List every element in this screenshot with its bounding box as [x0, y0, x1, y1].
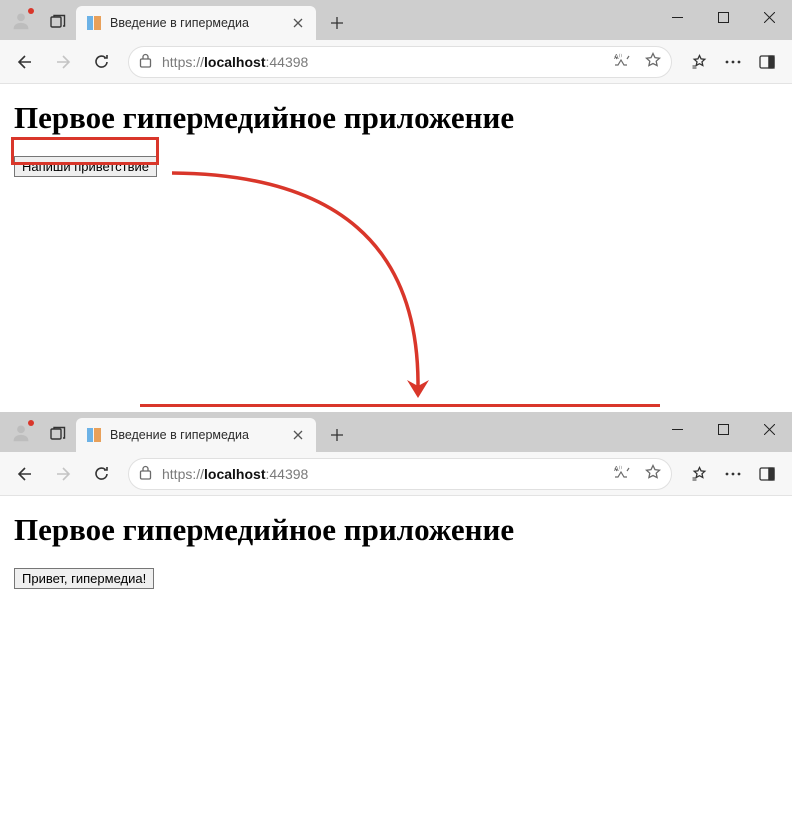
tab-title: Введение в гипермедиа — [110, 16, 282, 30]
browser-toolbar: https://localhost:44398 A⁾⁾ — [0, 40, 792, 84]
refresh-button[interactable] — [84, 457, 118, 491]
minimize-button[interactable] — [654, 412, 700, 446]
notification-dot-icon — [28, 420, 34, 426]
url-text: https://localhost:44398 — [162, 54, 308, 70]
refresh-button[interactable] — [84, 45, 118, 79]
new-tab-button[interactable] — [322, 420, 352, 450]
page-heading: Первое гипермедийное приложение — [14, 512, 778, 548]
close-window-button[interactable] — [746, 0, 792, 34]
annotation-divider-line — [140, 404, 660, 407]
favorite-icon[interactable] — [645, 52, 661, 71]
greeting-button[interactable]: Напиши приветствие — [14, 156, 157, 177]
greeting-result-button[interactable]: Привет, гипермедиа! — [14, 568, 154, 589]
favorite-icon[interactable] — [645, 464, 661, 483]
read-aloud-icon[interactable]: A⁾⁾ — [613, 465, 631, 482]
lock-icon — [139, 465, 152, 483]
favorites-bar-icon[interactable] — [682, 457, 716, 491]
tab-title: Введение в гипермедиа — [110, 428, 282, 442]
new-tab-button[interactable] — [322, 8, 352, 38]
profile-icon[interactable] — [10, 422, 32, 444]
menu-button[interactable] — [716, 45, 750, 79]
forward-button — [46, 45, 80, 79]
back-button[interactable] — [8, 45, 42, 79]
back-button[interactable] — [8, 457, 42, 491]
window-controls — [654, 412, 792, 446]
svg-text:A⁾⁾: A⁾⁾ — [614, 53, 622, 61]
address-bar[interactable]: https://localhost:44398 A⁾⁾ — [128, 458, 672, 490]
close-window-button[interactable] — [746, 412, 792, 446]
browser-window-before: Введение в гипермедиа — [0, 0, 792, 408]
browser-toolbar: https://localhost:44398 A⁾⁾ — [0, 452, 792, 496]
browser-tab[interactable]: Введение в гипермедиа — [76, 418, 316, 452]
tab-close-button[interactable] — [290, 427, 306, 443]
title-bar: Введение в гипермедиа — [0, 412, 792, 452]
tab-favicon-icon — [86, 427, 102, 443]
sidebar-toggle-icon[interactable] — [750, 45, 784, 79]
tab-overview-icon[interactable] — [50, 426, 66, 442]
menu-button[interactable] — [716, 457, 750, 491]
window-controls — [654, 0, 792, 34]
maximize-button[interactable] — [700, 0, 746, 34]
forward-button — [46, 457, 80, 491]
notification-dot-icon — [28, 8, 34, 14]
svg-text:A⁾⁾: A⁾⁾ — [614, 465, 622, 473]
title-bar: Введение в гипермедиа — [0, 0, 792, 40]
address-bar[interactable]: https://localhost:44398 A⁾⁾ — [128, 46, 672, 78]
page-content: Первое гипермедийное приложение Привет, … — [0, 496, 792, 605]
minimize-button[interactable] — [654, 0, 700, 34]
profile-icon[interactable] — [10, 10, 32, 32]
lock-icon — [139, 53, 152, 71]
tab-overview-icon[interactable] — [50, 14, 66, 30]
sidebar-toggle-icon[interactable] — [750, 457, 784, 491]
tab-favicon-icon — [86, 15, 102, 31]
read-aloud-icon[interactable]: A⁾⁾ — [613, 53, 631, 70]
browser-tab[interactable]: Введение в гипермедиа — [76, 6, 316, 40]
page-content: Первое гипермедийное приложение Напиши п… — [0, 84, 792, 193]
favorites-bar-icon[interactable] — [682, 45, 716, 79]
maximize-button[interactable] — [700, 412, 746, 446]
tab-close-button[interactable] — [290, 15, 306, 31]
url-text: https://localhost:44398 — [162, 466, 308, 482]
page-heading: Первое гипермедийное приложение — [14, 100, 778, 136]
browser-window-after: Введение в гипермедиа — [0, 412, 792, 816]
